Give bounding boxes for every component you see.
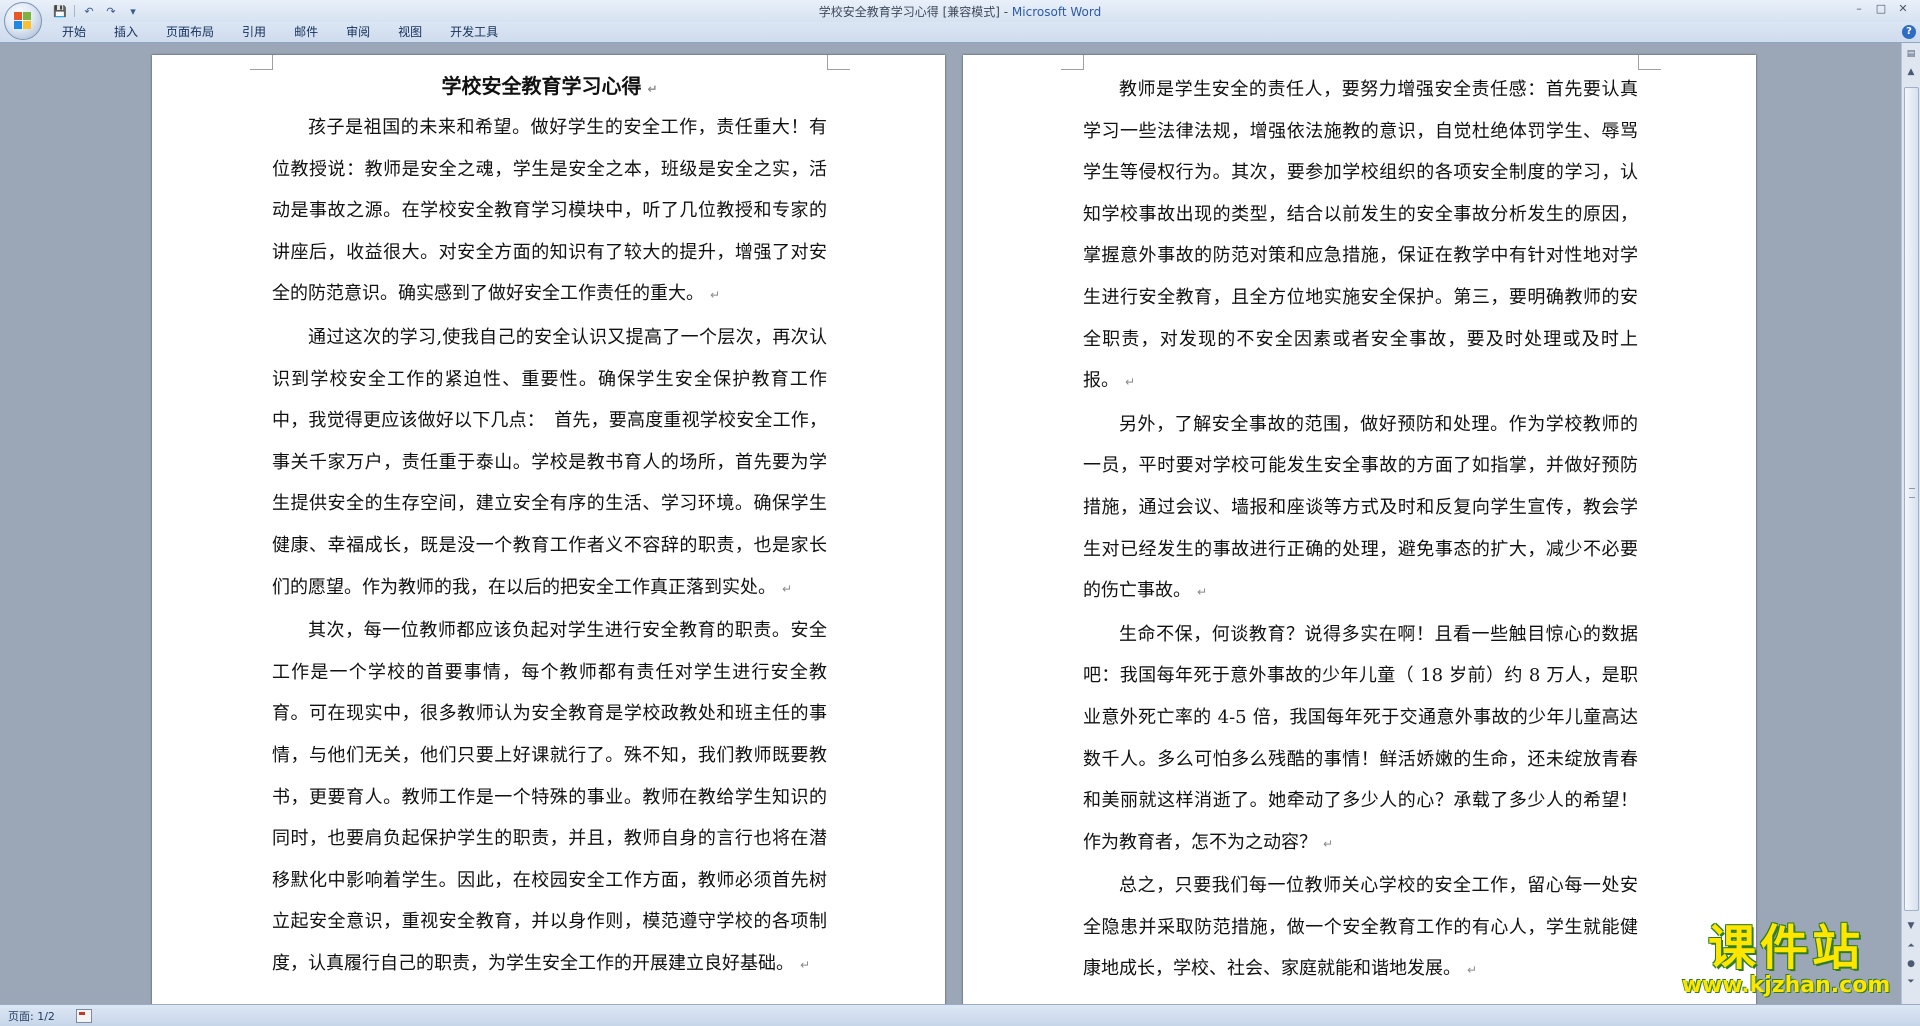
tab-home[interactable]: 开始 xyxy=(48,22,100,42)
crop-mark xyxy=(827,55,850,70)
crop-mark xyxy=(1638,55,1661,70)
browse-object-icon[interactable]: ● xyxy=(1904,957,1918,971)
window-title: 学校安全教育学习心得 [兼容模式] - Microsoft Word xyxy=(0,3,1920,20)
office-button[interactable] xyxy=(4,2,42,40)
scrollbar-grip-icon xyxy=(1909,488,1915,498)
paragraph: 教师是学生安全的责任人，要努力增强安全责任感：首先要认真学习一些法律法规，增强依… xyxy=(1083,69,1638,404)
title-bar: 💾 ↶ ↷ ▾ 学校安全教育学习心得 [兼容模式] - Microsoft Wo… xyxy=(0,0,1920,40)
paragraph-mark: ↵ xyxy=(800,957,811,972)
crop-mark xyxy=(1061,55,1084,70)
ribbon-tabs-bar: 开始 插入 页面布局 引用 邮件 审阅 视图 开发工具 ? xyxy=(0,22,1920,43)
ruler-toggle-icon[interactable]: ▤ xyxy=(1904,47,1918,61)
watermark-brand: 课件站 xyxy=(1707,920,1864,976)
paragraph: 孩子是祖国的未来和希望。做好学生的安全工作，责任重大！有位教授说：教师是安全之魂… xyxy=(272,107,827,317)
paragraph-mark: ↵ xyxy=(782,581,793,596)
document-title: 学校安全教育学习心得 ↵ xyxy=(272,65,827,107)
tab-review[interactable]: 审阅 xyxy=(332,22,384,42)
watermark-url: www.kjzhan.com xyxy=(1681,973,1891,998)
ribbon-tabs: 开始 插入 页面布局 引用 邮件 审阅 视图 开发工具 xyxy=(48,22,512,42)
paragraph-text: 孩子是祖国的未来和希望。做好学生的安全工作，责任重大！有位教授说：教师是安全之魂… xyxy=(272,117,827,305)
paragraph: 总之，只要我们每一位教师关心学校的安全工作，留心每一处安全隐患并采取防范措施，做… xyxy=(1083,865,1638,992)
watermark: 课件站 www.kjzhan.com xyxy=(1668,922,1904,998)
vertical-scrollbar[interactable]: ▤ ▲ ▼ ⏶ ● ⏷ xyxy=(1901,43,1920,1004)
paragraph-mark: ↵ xyxy=(1323,836,1334,851)
paragraph-text: 教师是学生安全的责任人，要努力增强安全责任感：首先要认真学习一些法律法规，增强依… xyxy=(1083,79,1638,392)
tab-mailings[interactable]: 邮件 xyxy=(280,22,332,42)
paragraph-mark: ↵ xyxy=(710,288,721,303)
document-title-text: 学校安全教育学习心得 xyxy=(441,74,642,98)
close-button[interactable]: ✕ xyxy=(1892,1,1914,17)
next-page-icon[interactable]: ⏷ xyxy=(1904,975,1918,989)
minimize-button[interactable]: – xyxy=(1848,1,1870,17)
office-logo-icon xyxy=(14,12,32,30)
tab-insert[interactable]: 插入 xyxy=(100,22,152,42)
paragraph-mark: ↵ xyxy=(647,82,658,96)
empty-paragraph: ↵ xyxy=(1083,992,1638,1004)
proofing-icon[interactable] xyxy=(76,1009,92,1023)
tab-page-layout[interactable]: 页面布局 xyxy=(152,22,228,42)
scrollbar-thumb[interactable] xyxy=(1904,87,1919,911)
status-bar: 页面: 1/2 xyxy=(0,1004,1920,1026)
tab-developer[interactable]: 开发工具 xyxy=(436,22,512,42)
paragraph-text: 生命不保，何谈教育？说得多实在啊！且看一些触目惊心的数据吧：我国每年死于意外事故… xyxy=(1083,623,1638,853)
app-name: Microsoft Word xyxy=(1011,5,1102,19)
paragraph-mark: ↵ xyxy=(1467,963,1478,978)
scroll-up-icon[interactable]: ▲ xyxy=(1904,65,1918,79)
paragraph-text: 总之，只要我们每一位教师关心学校的安全工作，留心每一处安全隐患并采取防范措施，做… xyxy=(1083,875,1638,980)
window-controls: – □ ✕ xyxy=(1848,1,1914,17)
document-workspace: 学校安全教育学习心得 ↵ 孩子是祖国的未来和希望。做好学生的安全工作，责任重大！有… xyxy=(0,43,1902,1004)
paragraph-text: 通过这次的学习,使我自己的安全认识又提高了一个层次，再次认识到学校安全工作的紧迫… xyxy=(272,326,827,598)
paragraph-mark: ↵ xyxy=(1197,585,1208,600)
page-1[interactable]: 学校安全教育学习心得 ↵ 孩子是祖国的未来和希望。做好学生的安全工作，责任重大！有… xyxy=(152,55,945,1004)
paragraph-text: 另外，了解安全事故的范围，做好预防和处理。作为学校教师的一员，平时要对学校可能发… xyxy=(1083,413,1638,602)
help-icon[interactable]: ? xyxy=(1902,25,1916,39)
paragraph: 另外，了解安全事故的范围，做好预防和处理。作为学校教师的一员，平时要对学校可能发… xyxy=(1083,404,1638,614)
tab-references[interactable]: 引用 xyxy=(228,22,280,42)
paragraph: 其次，每一位教师都应该负起对学生进行安全教育的职责。安全工作是一个学校的首要事情… xyxy=(272,610,827,986)
paragraph-text: 其次，每一位教师都应该负起对学生进行安全教育的职责。安全工作是一个学校的首要事情… xyxy=(272,620,827,974)
paragraph: 通过这次的学习,使我自己的安全认识又提高了一个层次，再次认识到学校安全工作的紧迫… xyxy=(272,317,827,610)
page-1-content: 学校安全教育学习心得 ↵ 孩子是祖国的未来和希望。做好学生的安全工作，责任重大！有… xyxy=(272,65,827,986)
scroll-down-icon[interactable]: ▼ xyxy=(1904,919,1918,933)
paragraph-mark: ↵ xyxy=(1125,375,1136,390)
crop-mark xyxy=(250,55,273,70)
maximize-button[interactable]: □ xyxy=(1870,1,1892,17)
tab-view[interactable]: 视图 xyxy=(384,22,436,42)
page-2-content: 教师是学生安全的责任人，要努力增强安全责任感：首先要认真学习一些法律法规，增强依… xyxy=(1083,69,1638,1004)
page-indicator[interactable]: 页面: 1/2 xyxy=(8,1008,55,1024)
paragraph: 生命不保，何谈教育？说得多实在啊！且看一些触目惊心的数据吧：我国每年死于意外事故… xyxy=(1083,614,1638,866)
page-2[interactable]: 教师是学生安全的责任人，要努力增强安全责任感：首先要认真学习一些法律法规，增强依… xyxy=(963,55,1756,1004)
previous-page-icon[interactable]: ⏶ xyxy=(1904,939,1918,953)
document-name: 学校安全教育学习心得 [兼容模式] - xyxy=(818,5,1012,19)
